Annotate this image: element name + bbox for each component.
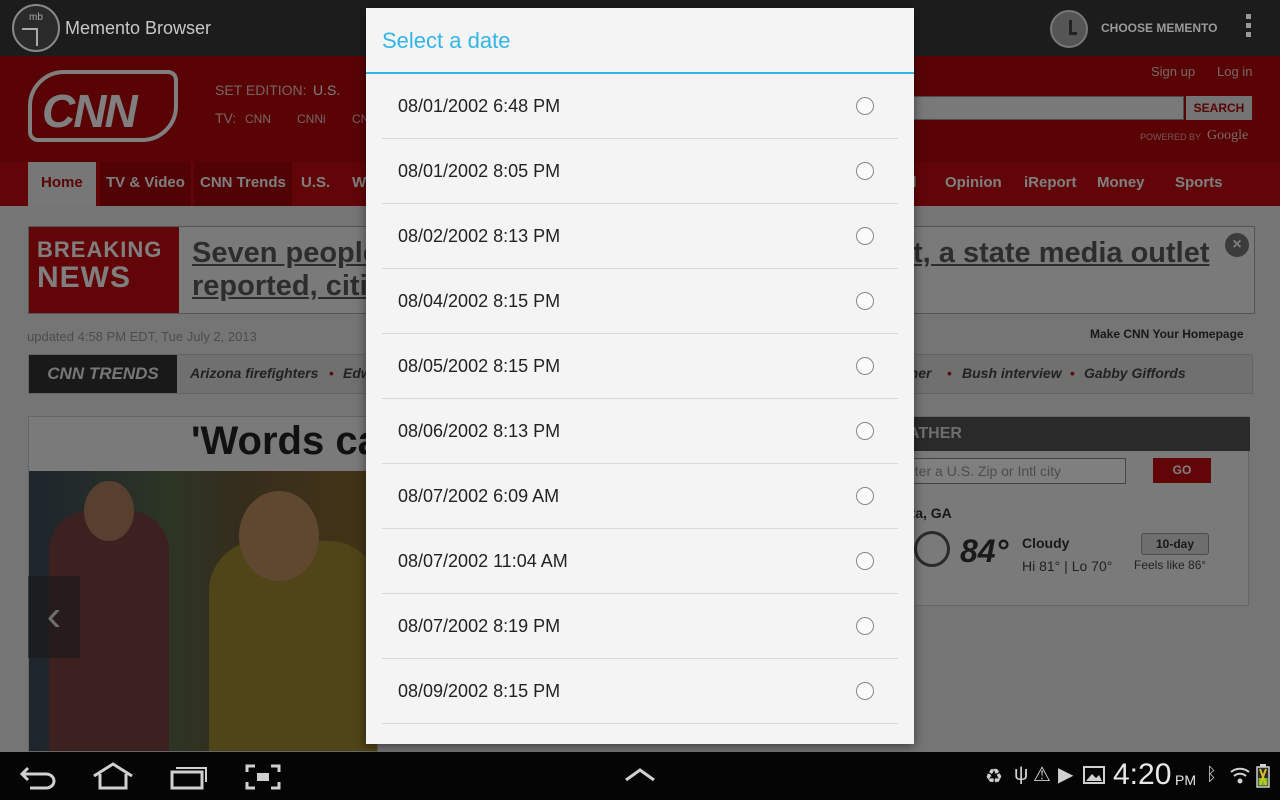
date-label: 08/04/2002 8:15 PM [398, 291, 561, 311]
date-option[interactable]: 08/06/2002 8:13 PM [382, 399, 898, 464]
radio-button[interactable] [856, 552, 874, 570]
date-option[interactable]: 08/07/2002 8:19 PM [382, 594, 898, 659]
battery-icon [1256, 764, 1270, 788]
bluetooth-icon: ᛒ [1206, 764, 1217, 784]
date-label: 08/07/2002 11:04 AM [398, 551, 568, 571]
radio-button[interactable] [856, 162, 874, 180]
select-date-dialog: Select a date 08/01/2002 6:48 PM 08/01/2… [366, 8, 914, 744]
date-option[interactable]: 08/01/2002 6:48 PM [382, 74, 898, 139]
date-option[interactable]: 08/04/2002 8:15 PM [382, 269, 898, 334]
screenshot-icon[interactable] [245, 764, 281, 790]
clock-icon[interactable] [1050, 10, 1088, 48]
date-option[interactable]: 08/09/2002 8:15 PM [382, 659, 898, 724]
home-icon[interactable] [92, 762, 134, 790]
sync-icon: ♻ [985, 766, 1003, 788]
memento-browser-logo-icon[interactable]: mb [12, 4, 60, 52]
date-label: 08/07/2002 6:09 AM [398, 486, 560, 506]
date-option[interactable]: 08/07/2002 11:04 AM [382, 529, 898, 594]
warning-icon: ⚠ [1033, 764, 1051, 786]
date-label: 08/01/2002 8:05 PM [398, 161, 561, 181]
play-store-icon: ▶ [1058, 764, 1074, 786]
date-label: 08/01/2002 6:48 PM [398, 96, 561, 116]
clock-time[interactable]: 4:20 [1113, 758, 1171, 792]
system-bar: ♻ ψ ⚠ ▶ 4:20 PM ᛒ [0, 752, 1280, 800]
wifi-icon [1230, 767, 1250, 784]
overflow-menu-icon[interactable] [1240, 14, 1256, 42]
screen: mb Memento Browser CHOOSE MEMENTO CNN SE… [0, 0, 1280, 800]
radio-button[interactable] [856, 617, 874, 635]
date-label: 08/06/2002 8:13 PM [398, 421, 561, 441]
image-icon [1083, 766, 1105, 784]
radio-button[interactable] [856, 97, 874, 115]
date-label: 08/05/2002 8:15 PM [398, 356, 561, 376]
date-option[interactable]: 08/02/2002 8:13 PM [382, 204, 898, 269]
date-list[interactable]: 08/01/2002 6:48 PM 08/01/2002 8:05 PM 08… [382, 74, 898, 744]
radio-button[interactable] [856, 357, 874, 375]
date-label: 08/02/2002 8:13 PM [398, 226, 561, 246]
date-option[interactable]: 08/01/2002 8:05 PM [382, 139, 898, 204]
date-label: 08/09/2002 8:15 PM [398, 681, 561, 701]
chevron-up-icon[interactable] [624, 766, 656, 784]
usb-icon: ψ [1014, 763, 1029, 785]
radio-button[interactable] [856, 422, 874, 440]
back-icon[interactable] [20, 764, 60, 790]
radio-button[interactable] [856, 292, 874, 310]
clock-ampm: PM [1175, 772, 1196, 788]
choose-memento-button[interactable]: CHOOSE MEMENTO [1101, 21, 1217, 35]
dialog-title: Select a date [382, 28, 511, 53]
recent-apps-icon[interactable] [170, 764, 208, 790]
app-title: Memento Browser [65, 18, 212, 38]
radio-button[interactable] [856, 682, 874, 700]
date-option[interactable]: 08/07/2002 6:09 AM [382, 464, 898, 529]
date-label: 08/07/2002 8:19 PM [398, 616, 561, 636]
date-option[interactable]: 08/05/2002 8:15 PM [382, 334, 898, 399]
radio-button[interactable] [856, 227, 874, 245]
radio-button[interactable] [856, 487, 874, 505]
logo-text: mb [29, 12, 43, 23]
